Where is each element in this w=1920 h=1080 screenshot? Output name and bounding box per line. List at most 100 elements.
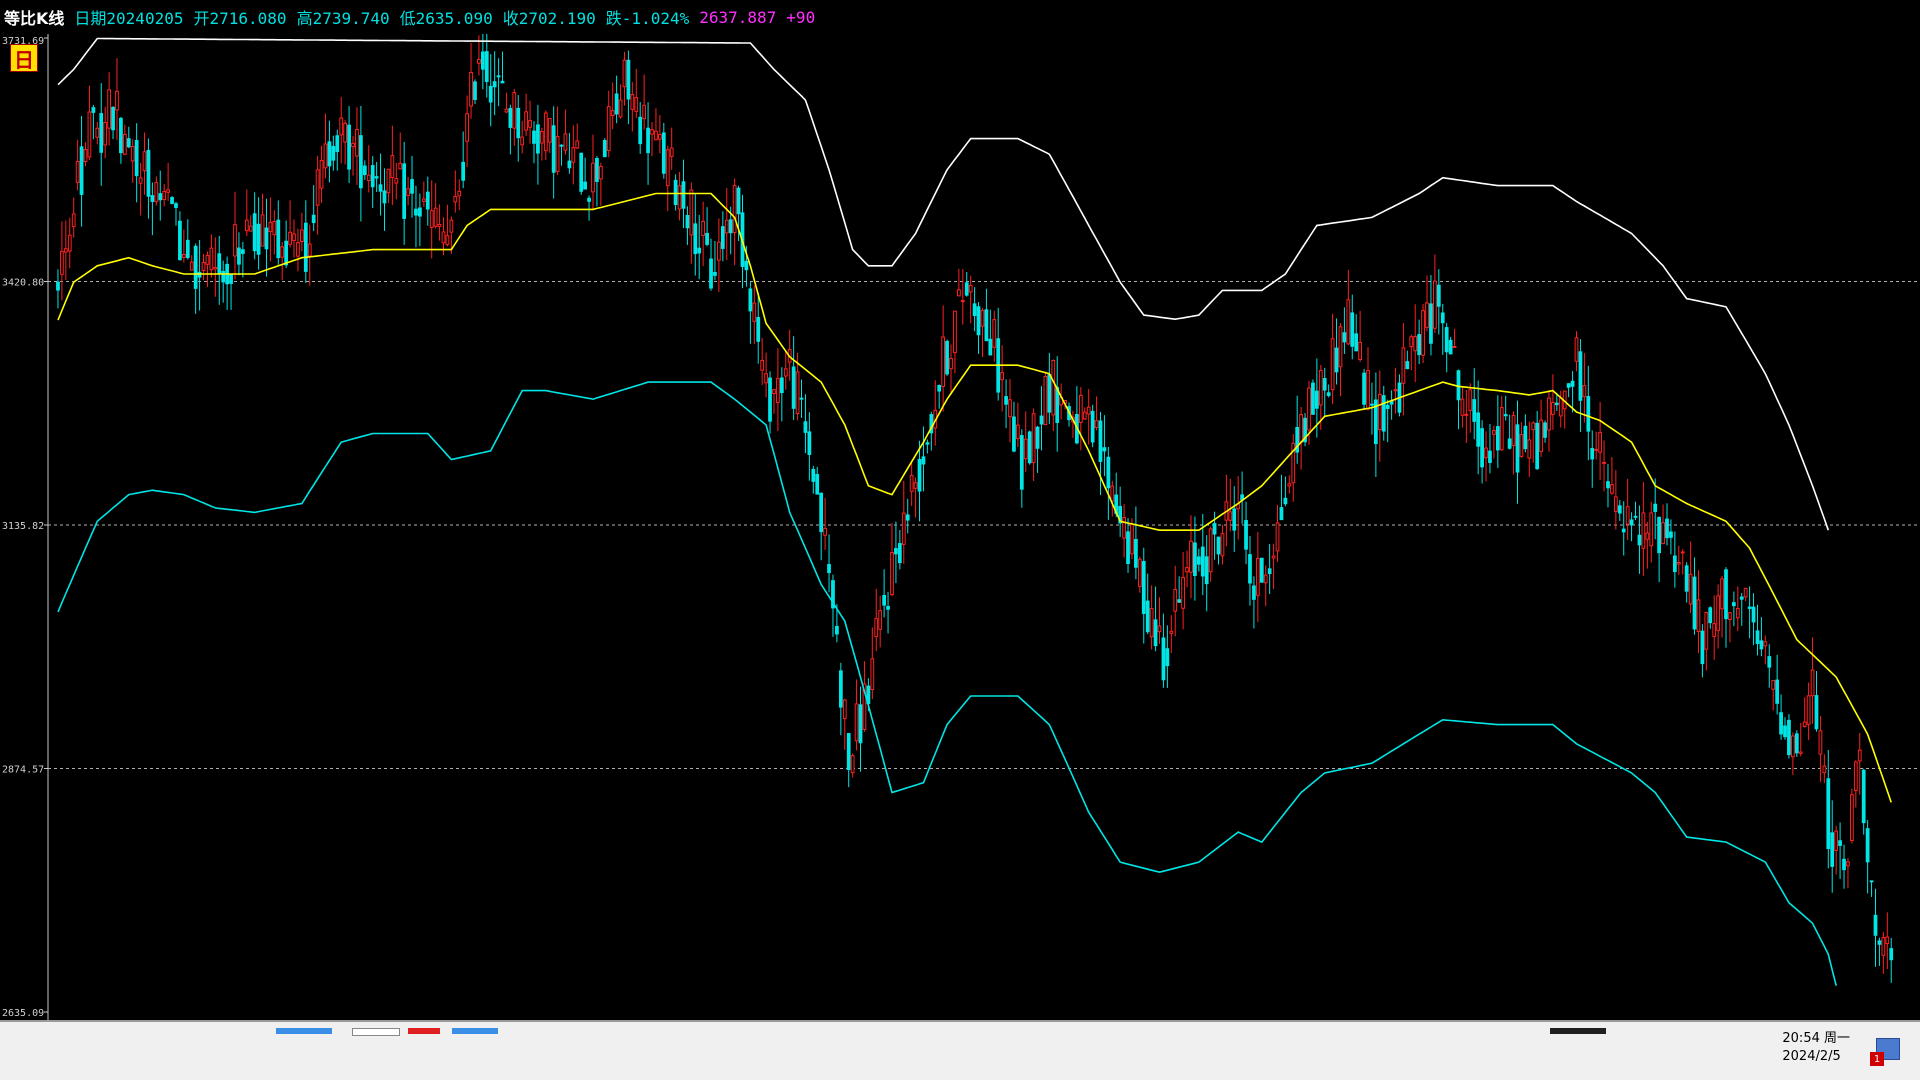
candle-body xyxy=(158,193,163,201)
candle-body xyxy=(1554,402,1559,406)
y-tick-label: 3731.69 xyxy=(2,36,44,47)
candle-body xyxy=(595,157,599,182)
candle-body xyxy=(398,162,403,170)
candle-body xyxy=(992,319,997,348)
candle-body xyxy=(1629,519,1634,526)
candle-body xyxy=(894,548,898,555)
candle-body xyxy=(953,310,957,354)
candle-body xyxy=(1370,403,1374,406)
taskbar-tab-2[interactable] xyxy=(352,1028,400,1036)
candle-body xyxy=(1720,578,1724,610)
candle-body xyxy=(1255,557,1260,596)
candle-body xyxy=(776,378,780,404)
candle-body xyxy=(528,120,532,128)
candle-body xyxy=(1299,414,1304,443)
candle-body xyxy=(1578,351,1583,401)
candle-body xyxy=(351,142,355,148)
candle-body xyxy=(240,249,245,254)
candle-body xyxy=(91,107,96,113)
candle-body xyxy=(1090,410,1095,443)
candle-body xyxy=(1602,461,1606,464)
candle-body xyxy=(532,130,536,144)
candle-body xyxy=(1621,528,1626,533)
candle-body xyxy=(1850,794,1854,842)
candle-body xyxy=(1452,345,1457,348)
candle-body xyxy=(343,122,348,143)
y-tick-label: 3420.80 xyxy=(2,278,44,289)
candle-body xyxy=(1873,914,1878,936)
candle-body xyxy=(402,163,407,219)
candle-body xyxy=(1436,284,1441,307)
candle-body xyxy=(772,389,776,394)
candle-body xyxy=(1149,608,1154,638)
candle-body xyxy=(748,288,753,312)
candle-body xyxy=(886,605,890,610)
candle-body xyxy=(709,258,713,289)
taskbar-tab-3[interactable] xyxy=(408,1028,440,1034)
candle-body xyxy=(890,551,894,596)
candle-body xyxy=(1519,434,1524,457)
candle-body xyxy=(602,139,607,158)
candle-body xyxy=(622,59,627,88)
candle-body xyxy=(909,475,914,492)
taskbar-tab-4[interactable] xyxy=(452,1028,498,1034)
chart-type-title[interactable]: 等比K线 xyxy=(4,5,64,29)
candle-body xyxy=(1503,414,1508,417)
candle-body xyxy=(1134,538,1138,568)
candle-body xyxy=(1094,420,1099,429)
candle-body xyxy=(968,284,973,293)
candle-body xyxy=(178,220,182,261)
candle-body xyxy=(1515,424,1520,473)
candle-body xyxy=(327,141,332,167)
y-axis-labels: 3731.69 3420.80 3135.82 2874.57 2635.09 xyxy=(2,36,48,1019)
candle-body xyxy=(201,261,206,271)
candle-body xyxy=(835,625,839,635)
candle-body xyxy=(437,224,442,227)
candle-body xyxy=(1444,327,1449,353)
candle-body xyxy=(768,377,772,422)
candle-body xyxy=(1098,420,1103,462)
candle-body xyxy=(713,271,717,276)
candle-body xyxy=(185,239,190,259)
candle-body xyxy=(504,108,509,113)
candle-body xyxy=(803,421,808,433)
candle-body xyxy=(480,51,485,70)
candle-body xyxy=(815,474,820,495)
candle-body xyxy=(95,127,100,138)
candle-body xyxy=(473,81,477,101)
candle-body xyxy=(166,189,170,193)
candle-body xyxy=(685,214,690,229)
candle-body xyxy=(75,160,80,183)
candle-body xyxy=(1283,497,1288,505)
taskbar-tab-1[interactable] xyxy=(276,1028,332,1034)
candle-body xyxy=(630,94,635,110)
clock-time: 20:54 周一 xyxy=(1782,1031,1850,1046)
candle-body xyxy=(1342,332,1347,343)
candle-body xyxy=(1460,398,1465,416)
candle-body xyxy=(1252,585,1256,600)
candle-body xyxy=(1220,533,1225,557)
candle-body xyxy=(1413,336,1418,352)
candle-body xyxy=(1598,432,1602,453)
candle-body xyxy=(571,147,576,163)
taskbar-tab-5[interactable] xyxy=(1550,1028,1606,1034)
candle-body xyxy=(1126,531,1130,564)
candle-body xyxy=(720,226,725,249)
candle-body xyxy=(122,133,127,155)
candle-body xyxy=(1287,483,1292,487)
candle-body xyxy=(307,243,312,257)
candle-body xyxy=(1775,679,1780,704)
candle-body xyxy=(736,187,741,215)
candle-body xyxy=(453,196,458,203)
candle-body xyxy=(1791,735,1795,758)
notification-badge: 1 xyxy=(1870,1052,1884,1066)
taskbar-clock[interactable]: 20:54 周一 2024/2/5 xyxy=(1782,1030,1850,1066)
candle-body xyxy=(429,210,434,228)
candle-body xyxy=(1208,528,1213,573)
candle-body xyxy=(1122,517,1126,539)
candle-body xyxy=(461,161,466,181)
candlestick-chart[interactable]: 3731.69 3420.80 3135.82 2874.57 2635.09 xyxy=(0,34,1920,1020)
candle-body xyxy=(744,260,749,271)
candle-body xyxy=(508,107,513,128)
candle-body xyxy=(1031,413,1036,464)
